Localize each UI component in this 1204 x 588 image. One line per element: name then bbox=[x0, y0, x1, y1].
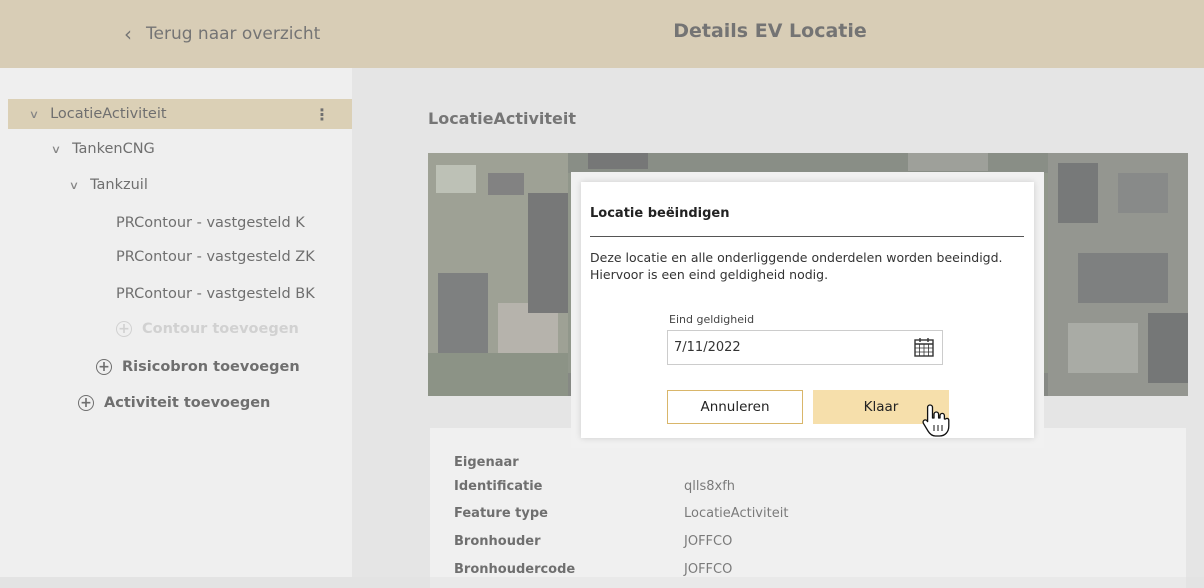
end-location-dialog: Locatie beëindigen Deze locatie en alle … bbox=[581, 182, 1034, 438]
tree-item-contour[interactable]: PRContour - vastgesteld K bbox=[116, 208, 305, 238]
dialog-divider bbox=[590, 236, 1024, 237]
add-contour-button: + Contour toevoegen bbox=[116, 314, 299, 344]
end-date-value: 7/11/2022 bbox=[674, 340, 741, 355]
tree-item-root[interactable]: ∨ LocatieActiviteit ⋮ bbox=[8, 99, 352, 129]
add-activiteit-button[interactable]: + Activiteit toevoegen bbox=[78, 388, 270, 418]
add-contour-label: Contour toevoegen bbox=[142, 321, 299, 337]
property-row: Eigenaar bbox=[454, 455, 684, 470]
property-value: JOFFCO bbox=[684, 534, 733, 549]
property-row: Bronhoudercode JOFFCO bbox=[454, 562, 732, 577]
cancel-button[interactable]: Annuleren bbox=[667, 390, 803, 424]
dialog-message: Deze locatie en alle onderliggende onder… bbox=[590, 250, 1003, 282]
tree-item-label: PRContour - vastgesteld K bbox=[116, 215, 305, 231]
hand-cursor-icon bbox=[922, 404, 950, 437]
back-link-label: Terug naar overzicht bbox=[146, 24, 321, 44]
property-row: Identificatie qlls8xfh bbox=[454, 479, 735, 494]
chevron-down-icon[interactable]: ∨ bbox=[29, 108, 39, 121]
property-value: JOFFCO bbox=[684, 562, 733, 577]
tree-item-contour[interactable]: PRContour - vastgesteld BK bbox=[116, 279, 315, 309]
tree-item-label: PRContour - vastgesteld ZK bbox=[116, 249, 315, 265]
property-row: Feature type LocatieActiviteit bbox=[454, 506, 788, 521]
page-title: Details EV Locatie bbox=[673, 20, 867, 42]
dialog-title: Locatie beëindigen bbox=[590, 206, 730, 221]
back-link[interactable]: ‹ Terug naar overzicht bbox=[124, 20, 320, 48]
chevron-down-icon[interactable]: ∨ bbox=[69, 179, 79, 192]
tree-item-contour[interactable]: PRContour - vastgesteld ZK bbox=[116, 242, 315, 272]
property-label: Bronhouder bbox=[454, 534, 541, 549]
end-date-label: Eind geldigheid bbox=[669, 313, 755, 326]
add-risicobron-label: Risicobron toevoegen bbox=[122, 359, 300, 375]
tree-item-label: Tankzuil bbox=[90, 177, 148, 193]
property-label: Eigenaar bbox=[454, 455, 519, 470]
calendar-icon[interactable] bbox=[913, 336, 935, 358]
property-label: Bronhoudercode bbox=[454, 562, 576, 577]
end-date-input[interactable]: 7/11/2022 bbox=[667, 330, 943, 365]
add-risicobron-button[interactable]: + Risicobron toevoegen bbox=[96, 352, 300, 382]
tree-item-level1[interactable]: ∨ TankenCNG bbox=[51, 134, 155, 164]
chevron-left-icon: ‹ bbox=[124, 22, 132, 46]
tree-item-label: LocatieActiviteit bbox=[50, 106, 167, 122]
section-title: LocatieActiviteit bbox=[428, 109, 576, 128]
plus-circle-icon: + bbox=[96, 359, 112, 375]
chevron-down-icon[interactable]: ∨ bbox=[51, 143, 61, 156]
property-label: Identificatie bbox=[454, 479, 543, 494]
tree-item-label: PRContour - vastgesteld BK bbox=[116, 286, 315, 302]
property-value: LocatieActiviteit bbox=[684, 506, 789, 521]
property-row: Bronhouder JOFFCO bbox=[454, 534, 732, 549]
tree-item-label: TankenCNG bbox=[72, 141, 155, 157]
property-value: qlls8xfh bbox=[684, 479, 736, 494]
top-bar: ‹ Terug naar overzicht Details EV Locati… bbox=[0, 0, 1204, 68]
add-activiteit-label: Activiteit toevoegen bbox=[104, 395, 271, 411]
plus-circle-icon: + bbox=[116, 321, 132, 337]
property-label: Feature type bbox=[454, 506, 548, 521]
tree-item-level2[interactable]: ∨ Tankzuil bbox=[69, 170, 148, 200]
sidebar-tree: ∨ LocatieActiviteit ⋮ ∨ TankenCNG ∨ Tank… bbox=[0, 68, 352, 577]
kebab-icon[interactable]: ⋮ bbox=[314, 105, 330, 124]
properties-panel: Eigenaar Identificatie qlls8xfh Feature … bbox=[430, 428, 1186, 588]
plus-circle-icon: + bbox=[78, 395, 94, 411]
